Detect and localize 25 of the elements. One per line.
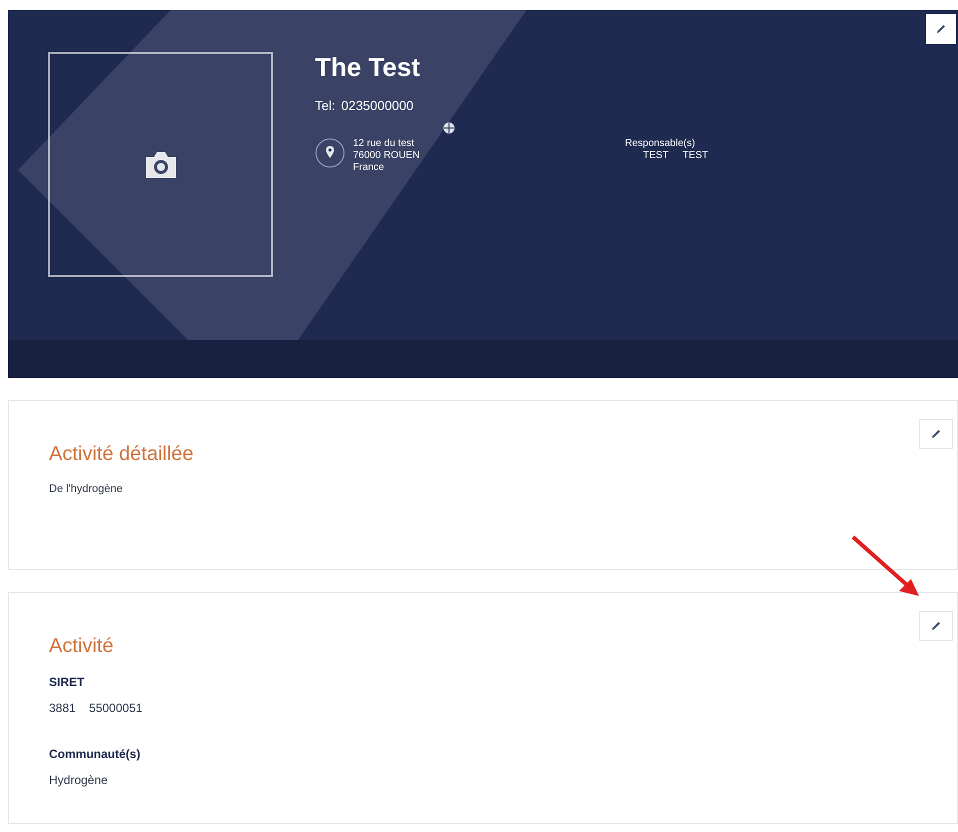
field-label: SIRET bbox=[49, 674, 86, 691]
edit-button[interactable] bbox=[926, 14, 956, 44]
photo-placeholder[interactable] bbox=[48, 52, 273, 277]
pencil-icon bbox=[935, 23, 947, 35]
edit-button[interactable] bbox=[919, 419, 953, 449]
field-label: Communauté(s) bbox=[49, 746, 142, 763]
pencil-icon bbox=[930, 428, 942, 440]
managers-label: Responsable(s) bbox=[625, 138, 696, 150]
location-pin-icon bbox=[315, 138, 345, 168]
address-line: 76000 ROUEN bbox=[353, 150, 420, 162]
globe-icon[interactable] bbox=[443, 122, 455, 134]
address-line: France bbox=[353, 162, 386, 174]
manager-name: TEST bbox=[643, 150, 669, 162]
edit-button[interactable] bbox=[919, 611, 953, 641]
manager-name: TEST bbox=[682, 150, 708, 162]
field-value: 3881 55000051 bbox=[49, 700, 144, 717]
address-line: 12 rue du test bbox=[353, 138, 416, 150]
phone-number: 0235000000 bbox=[341, 97, 414, 115]
field-value: Hydrogène bbox=[49, 772, 109, 789]
section-title: Activité bbox=[49, 634, 114, 659]
phone-label: Tel: bbox=[315, 97, 336, 115]
field-value: De l'hydrogène bbox=[49, 482, 124, 497]
company-name: The Test bbox=[315, 52, 421, 82]
pencil-icon bbox=[930, 620, 942, 632]
section-title: Activité détaillée bbox=[49, 442, 195, 467]
